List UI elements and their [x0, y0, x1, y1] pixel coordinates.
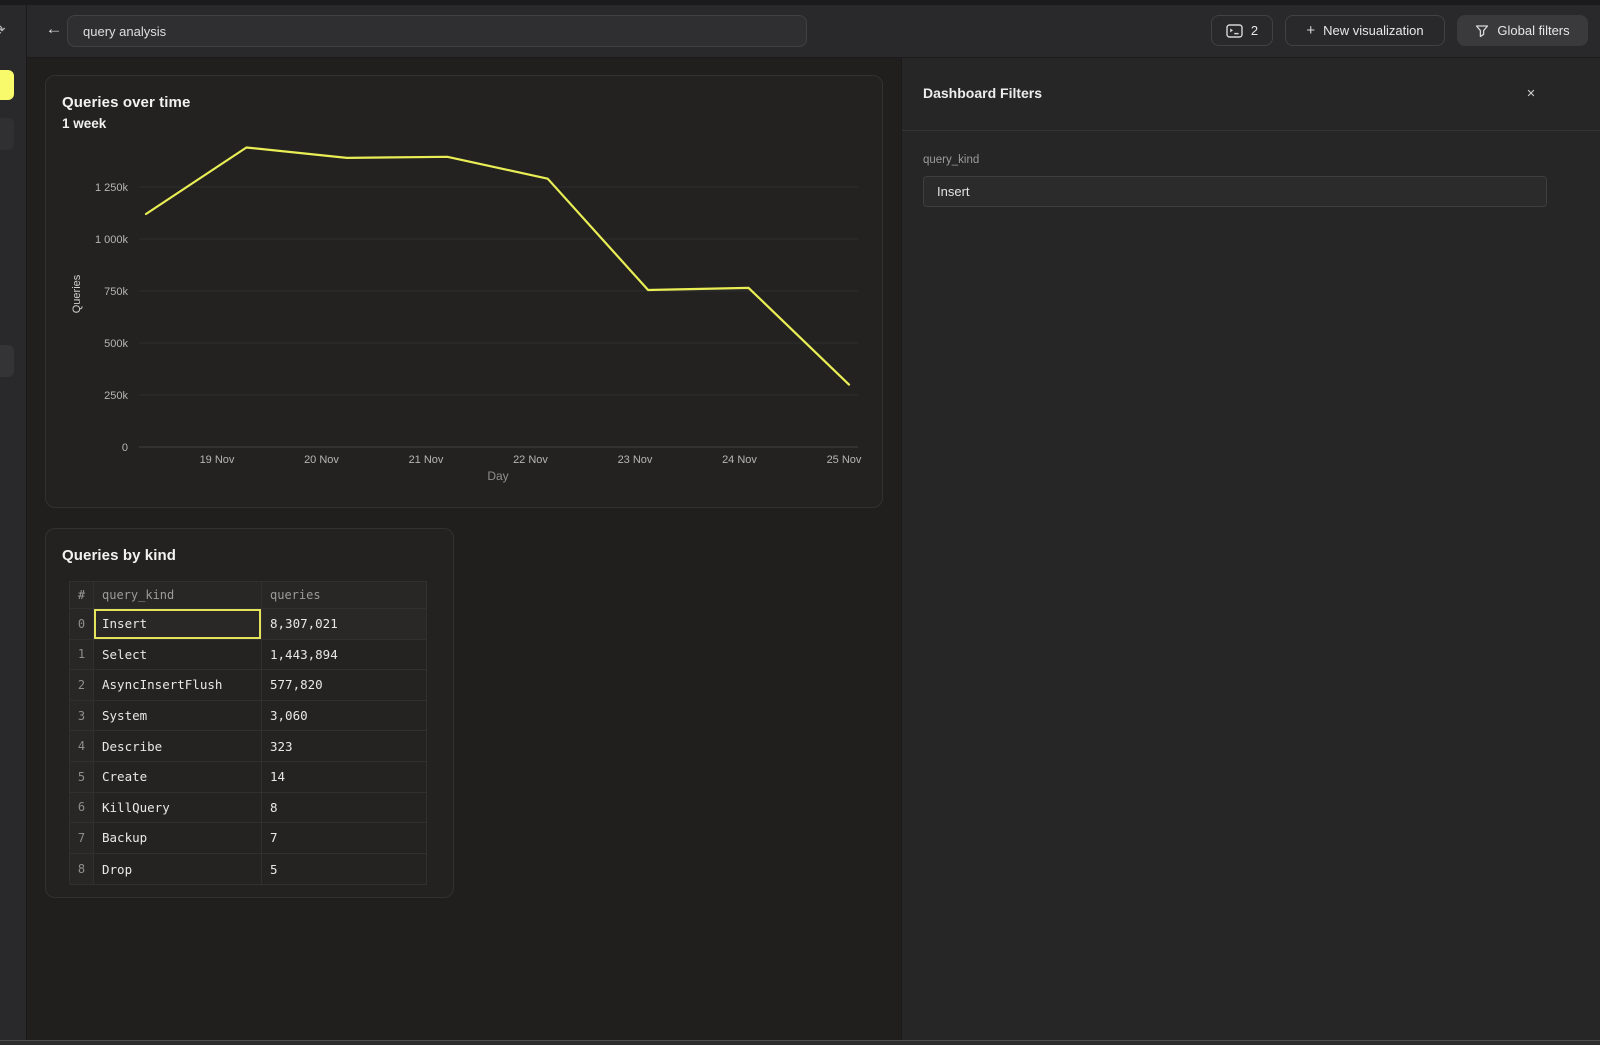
- column-header-index: #: [70, 582, 94, 609]
- table-row: 7 Backup 7: [70, 823, 426, 854]
- new-visualization-button[interactable]: + New visualization: [1285, 15, 1445, 46]
- plus-icon: +: [1306, 22, 1315, 39]
- new-visualization-label: New visualization: [1323, 23, 1423, 38]
- window-bottom-edge: [0, 1040, 1600, 1045]
- line-chart: 1 250k 1 000k 750k 500k 250k 0 Queries 1…: [61, 131, 869, 499]
- y-tick-label: 1 000k: [95, 234, 129, 246]
- table-row: 0 Insert 8,307,021: [70, 609, 426, 640]
- chart-title: Queries over time: [62, 94, 190, 111]
- cell-query-kind[interactable]: Create: [94, 762, 262, 793]
- chart-subtitle: 1 week: [62, 116, 106, 131]
- app-window: ⟳ ← 2 + New visualization: [0, 0, 1600, 1045]
- cell-queries[interactable]: 7: [262, 823, 426, 854]
- sidebar-item[interactable]: [0, 118, 14, 150]
- cell-queries[interactable]: 1,443,894: [262, 640, 426, 671]
- row-index: 0: [70, 609, 94, 640]
- filters-panel-title: Dashboard Filters: [923, 85, 1042, 101]
- back-arrow-icon[interactable]: ←: [39, 14, 69, 44]
- sql-console-button[interactable]: 2: [1211, 15, 1273, 46]
- row-index: 2: [70, 670, 94, 701]
- x-axis-title: Day: [487, 469, 508, 483]
- cell-query-kind[interactable]: Drop: [94, 854, 262, 885]
- table-title: Queries by kind: [62, 547, 176, 564]
- cell-queries[interactable]: 323: [262, 731, 426, 762]
- sql-console-icon: [1226, 24, 1243, 38]
- table-row: 5 Create 14: [70, 762, 426, 793]
- cell-queries[interactable]: 14: [262, 762, 426, 793]
- cell-query-kind[interactable]: AsyncInsertFlush: [94, 670, 262, 701]
- cell-queries[interactable]: 8,307,021: [262, 609, 426, 640]
- queries-line: [146, 148, 849, 385]
- y-tick-label: 0: [122, 442, 128, 454]
- x-tick-label: 25 Nov: [827, 454, 862, 466]
- row-index: 5: [70, 762, 94, 793]
- x-tick-label: 22 Nov: [513, 454, 548, 466]
- cell-query-kind[interactable]: Backup: [94, 823, 262, 854]
- table-row: 6 KillQuery 8: [70, 793, 426, 824]
- left-sidebar: ⟳: [0, 5, 27, 1045]
- row-index: 7: [70, 823, 94, 854]
- table-header-row: # query_kind queries: [70, 582, 426, 609]
- filter-funnel-icon: [1475, 24, 1489, 38]
- table-row: 2 AsyncInsertFlush 577,820: [70, 670, 426, 701]
- row-index: 1: [70, 640, 94, 671]
- y-tick-label: 500k: [104, 338, 128, 350]
- queries-by-kind-card: Queries by kind # query_kind queries 0 I…: [45, 528, 454, 898]
- dashboard-filters-panel: Dashboard Filters ✕ query_kind: [901, 58, 1600, 1045]
- sidebar-item[interactable]: [0, 345, 14, 377]
- close-icon[interactable]: ✕: [1520, 82, 1542, 104]
- global-filters-label: Global filters: [1497, 23, 1569, 38]
- history-icon[interactable]: ⟳: [0, 21, 6, 39]
- column-header-kind: query_kind: [94, 582, 262, 609]
- filter-field-label: query_kind: [923, 154, 979, 166]
- cell-query-kind[interactable]: System: [94, 701, 262, 732]
- column-header-queries: queries: [262, 582, 426, 609]
- console-count: 2: [1251, 23, 1258, 38]
- sidebar-item-active[interactable]: [0, 70, 14, 100]
- x-tick-label: 19 Nov: [200, 454, 235, 466]
- panel-divider: [902, 130, 1600, 131]
- x-tick-label: 23 Nov: [618, 454, 653, 466]
- top-bar: ← 2 + New visualization Global filt: [27, 5, 1600, 58]
- table-row: 3 System 3,060: [70, 701, 426, 732]
- table-row: 4 Describe 323: [70, 731, 426, 762]
- x-tick-label: 24 Nov: [722, 454, 757, 466]
- queries-table: # query_kind queries 0 Insert 8,307,021 …: [69, 581, 427, 885]
- y-axis-title: Queries: [71, 274, 83, 313]
- cell-queries[interactable]: 8: [262, 793, 426, 824]
- queries-over-time-card: Queries over time 1 week 1 250k 1 000k 7…: [45, 75, 883, 508]
- x-tick-label: 21 Nov: [409, 454, 444, 466]
- cell-queries[interactable]: 577,820: [262, 670, 426, 701]
- dashboard-canvas: Queries over time 1 week 1 250k 1 000k 7…: [28, 58, 901, 1045]
- y-tick-label: 750k: [104, 286, 128, 298]
- cell-query-kind-selected[interactable]: Insert: [94, 609, 262, 640]
- dashboard-title-input[interactable]: [67, 15, 807, 47]
- cell-query-kind[interactable]: Describe: [94, 731, 262, 762]
- row-index: 3: [70, 701, 94, 732]
- table-row: 8 Drop 5: [70, 854, 426, 885]
- cell-queries[interactable]: 5: [262, 854, 426, 885]
- table-row: 1 Select 1,443,894: [70, 640, 426, 671]
- cell-query-kind[interactable]: Select: [94, 640, 262, 671]
- row-index: 4: [70, 731, 94, 762]
- x-tick-label: 20 Nov: [304, 454, 339, 466]
- y-tick-label: 250k: [104, 390, 128, 402]
- cell-queries[interactable]: 3,060: [262, 701, 426, 732]
- query-kind-filter-input[interactable]: [923, 176, 1547, 207]
- global-filters-button[interactable]: Global filters: [1457, 15, 1588, 46]
- cell-query-kind[interactable]: KillQuery: [94, 793, 262, 824]
- y-tick-label: 1 250k: [95, 182, 129, 194]
- row-index: 8: [70, 854, 94, 885]
- row-index: 6: [70, 793, 94, 824]
